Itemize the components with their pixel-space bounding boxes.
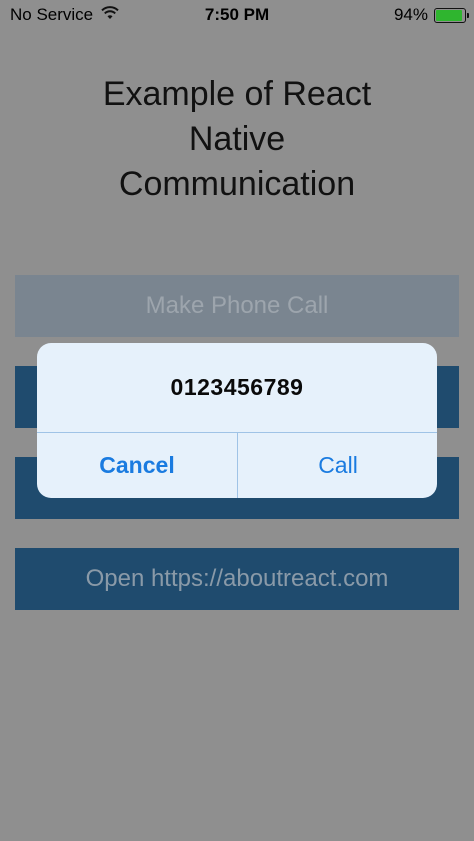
battery-icon (434, 7, 469, 23)
call-alert-dialog: 0123456789 Cancel Call (37, 343, 437, 498)
alert-cancel-button[interactable]: Cancel (37, 433, 237, 498)
status-right: 94% (393, 5, 469, 25)
battery-fill (436, 9, 463, 21)
alert-phone-number: 0123456789 (170, 374, 304, 400)
status-bar: No Service 7:50 PM 94% (0, 0, 474, 30)
battery-percent: 94% (393, 5, 428, 24)
open-url-button[interactable]: Open https://aboutreact.com (15, 548, 459, 610)
alert-call-button[interactable]: Call (238, 433, 437, 498)
make-phone-call-button[interactable]: Make Phone Call (15, 275, 459, 337)
page-title: Example of React Native Communication (102, 75, 372, 203)
